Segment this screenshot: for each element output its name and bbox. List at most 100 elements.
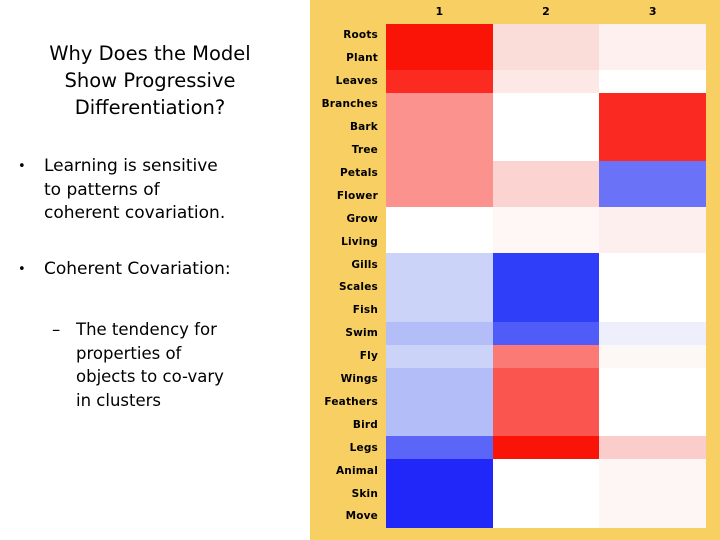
heatmap-cell <box>386 321 493 345</box>
heatmap-cell <box>599 367 707 391</box>
heatmap-row <box>386 138 707 162</box>
heatmap-cell <box>386 298 493 322</box>
heatmap-cell <box>492 367 600 391</box>
heatmap-row <box>386 459 707 483</box>
heatmap-row <box>386 207 707 231</box>
heatmap-row <box>386 92 707 116</box>
heatmap-row <box>386 482 707 506</box>
heatmap-row-label: Skin <box>351 487 378 500</box>
heatmap-cell <box>492 344 600 368</box>
heatmap-row-label: Fish <box>352 304 378 317</box>
heatmap-cell <box>599 436 707 460</box>
heatmap-cell <box>386 69 493 93</box>
heatmap-cell <box>599 24 707 47</box>
heatmap-cell <box>492 92 600 116</box>
heatmap-row-label: Feathers <box>324 395 378 408</box>
heatmap-row-label: Grow <box>346 212 378 225</box>
heatmap-cell <box>386 390 493 414</box>
heatmap-column-header: 1 <box>435 5 444 18</box>
heatmap-cell <box>386 92 493 116</box>
heatmap-row <box>386 390 707 414</box>
bullet-marker: – <box>52 320 61 339</box>
heatmap-cell <box>386 482 493 506</box>
heatmap-cell <box>599 413 707 437</box>
heatmap-row <box>386 46 707 70</box>
heatmap-row-label: Bird <box>352 418 378 431</box>
heatmap-cell <box>599 207 707 231</box>
heatmap-row-label: Move <box>345 510 378 523</box>
heatmap-cell <box>492 321 600 345</box>
heatmap-cell <box>599 92 707 116</box>
heatmap-cell <box>492 459 600 483</box>
heatmap-column-header: 2 <box>542 5 550 18</box>
heatmap-cell <box>386 46 493 70</box>
heatmap-cell <box>492 24 600 47</box>
heatmap-cell <box>386 253 493 276</box>
heatmap-cell <box>492 505 600 528</box>
heatmap-row <box>386 275 707 299</box>
heatmap-row <box>386 505 707 528</box>
heatmap-cell <box>492 413 600 437</box>
heatmap-cell <box>599 321 707 345</box>
heatmap-cell <box>599 275 707 299</box>
heatmap-row-label: Flower <box>336 189 378 202</box>
heatmap-cell <box>492 253 600 276</box>
bullet-marker: • <box>18 159 26 174</box>
bullet-text: Learning is sensitive to patterns of coh… <box>44 156 226 223</box>
heatmap-cell <box>492 207 600 231</box>
heatmap-row-label: Bark <box>349 121 378 134</box>
page-title: Why Does the Model Show Progressive Diff… <box>49 42 251 119</box>
heatmap-cell <box>492 69 600 93</box>
bullet-item-2: • Coherent Covariation: <box>18 258 294 282</box>
heatmap-row <box>386 436 707 460</box>
heatmap-cell <box>492 390 600 414</box>
heatmap-cell <box>386 367 493 391</box>
slide-text-column: Why Does the Model Show Progressive Diff… <box>0 0 300 540</box>
heatmap-cell <box>599 46 707 70</box>
heatmap-row-label: Petals <box>340 166 378 179</box>
heatmap-row <box>386 115 707 139</box>
heatmap-cell <box>492 115 600 139</box>
heatmap-cell <box>599 505 707 528</box>
heatmap-row-label: Branches <box>321 98 378 111</box>
heatmap-cell <box>386 230 493 254</box>
heatmap-row <box>386 344 707 368</box>
heatmap-cell <box>599 230 707 254</box>
heatmap-row-label: Plant <box>346 52 378 65</box>
heatmap-cell <box>386 275 493 299</box>
heatmap-cell <box>492 482 600 506</box>
heatmap-cell <box>386 24 493 47</box>
heatmap-row-label: Legs <box>349 441 378 454</box>
heatmap-row-label: Fly <box>359 350 378 363</box>
heatmap-row <box>386 321 707 345</box>
heatmap-cell <box>599 482 707 506</box>
heatmap-row <box>386 230 707 254</box>
heatmap-grid <box>386 24 707 528</box>
heatmap-row-label: Scales <box>338 281 378 294</box>
heatmap-column-header: 3 <box>648 5 657 18</box>
heatmap-column-headers: 1 2 3 <box>386 4 706 22</box>
heatmap-row-label: Living <box>341 235 378 248</box>
heatmap-row <box>386 298 707 322</box>
slide: Why Does the Model Show Progressive Diff… <box>0 0 720 540</box>
heatmap-cell <box>492 184 600 208</box>
heatmap-cell <box>599 161 707 185</box>
heatmap-cell <box>386 505 493 528</box>
bullet-item-3: – The tendency for properties of objects… <box>52 318 300 412</box>
heatmap-cell <box>386 459 493 483</box>
heatmap-cell <box>386 413 493 437</box>
heatmap-cell <box>386 184 493 208</box>
heatmap-row <box>386 161 707 185</box>
heatmap-row-label: Swim <box>345 327 378 340</box>
heatmap-row-label: Gills <box>351 258 378 271</box>
heatmap-row <box>386 69 707 93</box>
heatmap-row <box>386 253 707 276</box>
heatmap-cell <box>386 138 493 162</box>
heatmap-cell <box>386 207 493 231</box>
heatmap-row-label: Tree <box>351 143 378 156</box>
bullet-text: The tendency for properties of objects t… <box>76 320 224 410</box>
heatmap-cell <box>386 344 493 368</box>
heatmap-cell <box>599 298 707 322</box>
heatmap-cell <box>599 138 707 162</box>
heatmap-row <box>386 367 707 391</box>
